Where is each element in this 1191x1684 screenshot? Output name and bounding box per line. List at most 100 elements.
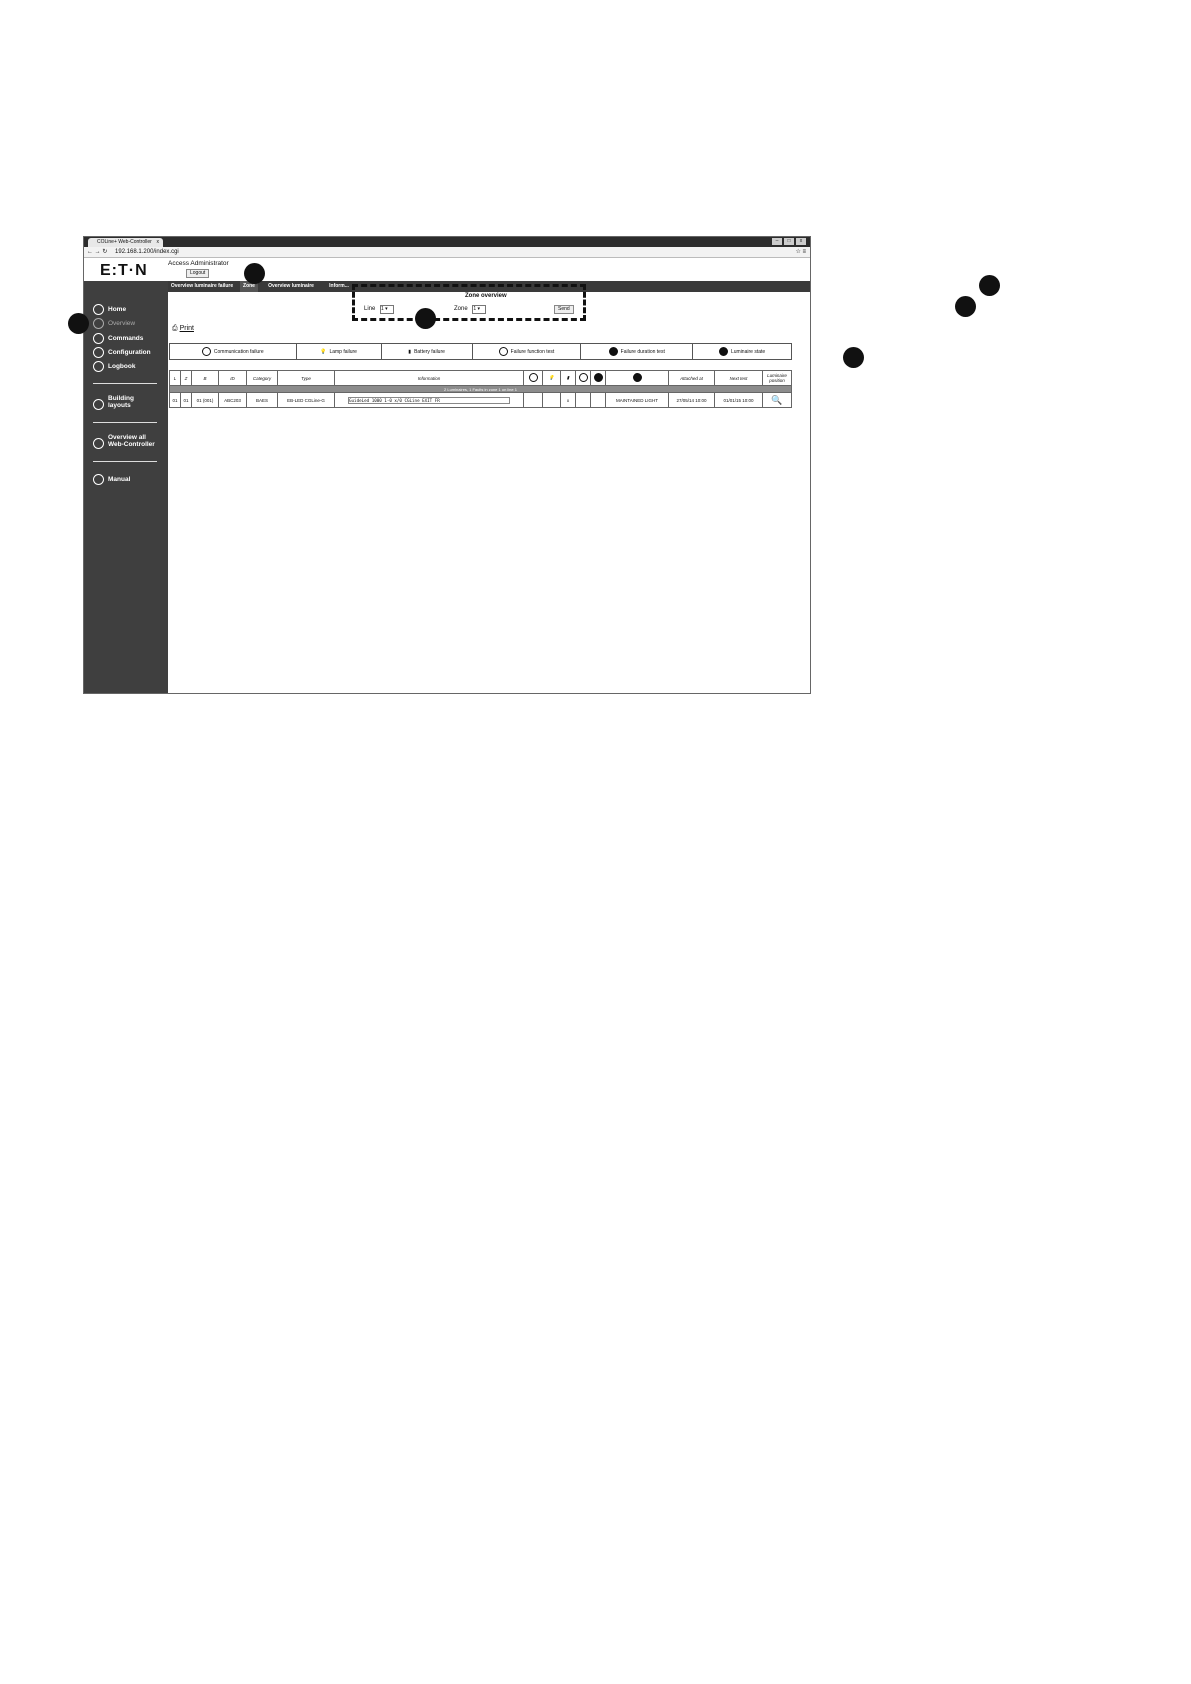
info-icon bbox=[718, 347, 728, 356]
tab-information[interactable]: Inform... bbox=[324, 281, 354, 292]
cell-comm-failure bbox=[523, 392, 543, 408]
power-icon bbox=[578, 373, 588, 382]
sidebar-item-label-line2: Web-Controller bbox=[108, 441, 155, 448]
col-category: Category bbox=[246, 370, 278, 386]
sidebar-item-label: Manual bbox=[108, 476, 131, 483]
no-entry-icon bbox=[201, 347, 211, 356]
col-luminaire-position: Luminaire position bbox=[762, 370, 792, 386]
legend-luminaire-state: Luminaire state bbox=[693, 344, 791, 359]
callout-marker bbox=[244, 263, 265, 284]
reload-icon[interactable]: ↻ bbox=[102, 249, 107, 255]
col-comm-failure bbox=[523, 370, 543, 386]
browser-menu-icon[interactable]: ☆ ≡ bbox=[795, 247, 806, 257]
col-type: Type bbox=[277, 370, 335, 386]
callout-marker bbox=[955, 296, 976, 317]
legend-communication-failure: Communication failure bbox=[170, 344, 297, 359]
sidebar-item-manual[interactable]: Manual bbox=[93, 473, 130, 487]
legend-lamp-failure: 💡 Lamp failure bbox=[297, 344, 382, 359]
legend-label: Failure function test bbox=[510, 348, 555, 355]
sidebar-divider bbox=[93, 383, 157, 384]
logbook-icon bbox=[93, 361, 104, 372]
information-field[interactable]: GuideLed 1000 1-0 x/0 CGLine EXIT FR bbox=[348, 396, 510, 404]
address-input[interactable]: 192.168.1.200/index.cgi bbox=[115, 249, 179, 255]
print-label: Print bbox=[179, 325, 194, 332]
cell-function-test bbox=[575, 392, 591, 408]
browser-tab-title: COLine+ Web-Controller bbox=[97, 239, 152, 245]
power-icon bbox=[498, 347, 508, 356]
sidebar-item-label: Building bbox=[108, 395, 134, 402]
sidebar-item-label-line2: layouts bbox=[108, 402, 131, 409]
configuration-icon bbox=[93, 347, 104, 358]
cell-battery-failure: x bbox=[560, 392, 576, 408]
battery-icon: ▮ bbox=[566, 375, 570, 380]
legend-failure-duration-test: Failure duration test bbox=[581, 344, 694, 359]
logout-button[interactable]: Logout bbox=[186, 269, 210, 278]
sidebar-item-configuration[interactable]: Configuration bbox=[93, 346, 151, 360]
cell-luminaire-state: MAINTAINED LIGHT bbox=[605, 392, 669, 408]
print-link[interactable]: ⎙ Print bbox=[172, 325, 194, 333]
network-icon bbox=[93, 438, 104, 449]
browser-tab-strip: COLine+ Web-Controller x – □ x bbox=[84, 237, 810, 247]
no-entry-icon bbox=[528, 373, 538, 382]
legend-label: Lamp failure bbox=[329, 348, 357, 355]
cell-information: GuideLed 1000 1-0 x/0 CGLine EXIT FR bbox=[334, 392, 524, 408]
cell-luminaire-position: 🔍 bbox=[762, 392, 792, 408]
highlight-frame bbox=[352, 284, 586, 321]
legend-battery-failure: ▮ Battery failure bbox=[382, 344, 473, 359]
manual-icon bbox=[93, 474, 104, 485]
sidebar-item-label: Logbook bbox=[108, 363, 136, 370]
cell-z: 01 bbox=[180, 392, 192, 408]
cell-lamp-failure bbox=[542, 392, 561, 408]
sidebar-item-label: Configuration bbox=[108, 349, 151, 356]
callout-marker bbox=[979, 275, 1000, 296]
table-header-row: L Z B ID Category Type Information 💡 ▮ A… bbox=[169, 370, 792, 386]
close-window-button[interactable]: x bbox=[796, 238, 806, 245]
callout-marker bbox=[415, 308, 436, 329]
col-duration-test bbox=[590, 370, 606, 386]
tab-overview-luminaire[interactable]: Overview luminaire bbox=[264, 281, 318, 292]
col-b: B bbox=[191, 370, 219, 386]
sidebar-item-overview[interactable]: Overview bbox=[93, 317, 135, 331]
minimize-button[interactable]: – bbox=[772, 238, 782, 245]
power-filled-icon bbox=[608, 347, 618, 356]
table-row[interactable]: 01 01 01 (001) ABC203 BAES EB-LED CGLine… bbox=[169, 392, 792, 408]
tab-overview-luminaire-failure[interactable]: Overview luminaire failure bbox=[168, 281, 236, 292]
sidebar-item-home[interactable]: Home bbox=[93, 303, 126, 317]
col-l: L bbox=[169, 370, 181, 386]
legend-label: Communication failure bbox=[213, 348, 264, 355]
luminaire-table: L Z B ID Category Type Information 💡 ▮ A… bbox=[169, 370, 792, 408]
sidebar-item-building-layouts[interactable]: Building layouts bbox=[93, 395, 134, 413]
tab-close-icon[interactable]: x bbox=[157, 238, 160, 247]
eaton-logo: E:T·N bbox=[100, 262, 148, 279]
lamp-icon: 💡 bbox=[320, 348, 327, 355]
legend-failure-function-test: Failure function test bbox=[473, 344, 582, 359]
back-icon[interactable]: ← bbox=[87, 249, 93, 255]
sidebar-item-commands[interactable]: Commands bbox=[93, 332, 143, 346]
commands-icon bbox=[93, 333, 104, 344]
sidebar-item-logbook[interactable]: Logbook bbox=[93, 360, 135, 374]
cell-b: 01 (001) bbox=[191, 392, 219, 408]
cell-id: ABC203 bbox=[218, 392, 247, 408]
battery-icon: ▮ bbox=[408, 348, 412, 355]
callout-marker bbox=[68, 313, 89, 334]
access-label: Access Administrator bbox=[168, 260, 229, 267]
maximize-button[interactable]: □ bbox=[784, 238, 794, 245]
summary-row: 2 Luminaires, 1 Faults in zone 1 on line… bbox=[169, 385, 792, 393]
callout-marker bbox=[843, 347, 864, 368]
magnifier-icon[interactable]: 🔍 bbox=[771, 395, 782, 405]
sidebar-item-overview-all[interactable]: Overview all Web-Controller bbox=[93, 434, 155, 452]
forward-icon[interactable]: → bbox=[95, 249, 101, 255]
browser-tab[interactable]: COLine+ Web-Controller x bbox=[88, 238, 163, 247]
col-attached-at: Attached at bbox=[668, 370, 715, 386]
cell-l: 01 bbox=[169, 392, 181, 408]
sidebar-item-label: Commands bbox=[108, 335, 144, 342]
summary-text: 2 Luminaires, 1 Faults in zone 1 on line… bbox=[169, 385, 792, 393]
sidebar-divider bbox=[93, 422, 157, 423]
building-icon bbox=[93, 399, 104, 410]
cell-attached-at: 27/05/14 10:00 bbox=[668, 392, 715, 408]
col-function-test bbox=[575, 370, 591, 386]
address-bar: ← → ↻ 192.168.1.200/index.cgi ☆ ≡ bbox=[84, 247, 810, 258]
cell-duration-test bbox=[590, 392, 606, 408]
legend-bar: Communication failure 💡 Lamp failure ▮ Bat… bbox=[169, 343, 792, 360]
home-icon bbox=[93, 304, 104, 315]
